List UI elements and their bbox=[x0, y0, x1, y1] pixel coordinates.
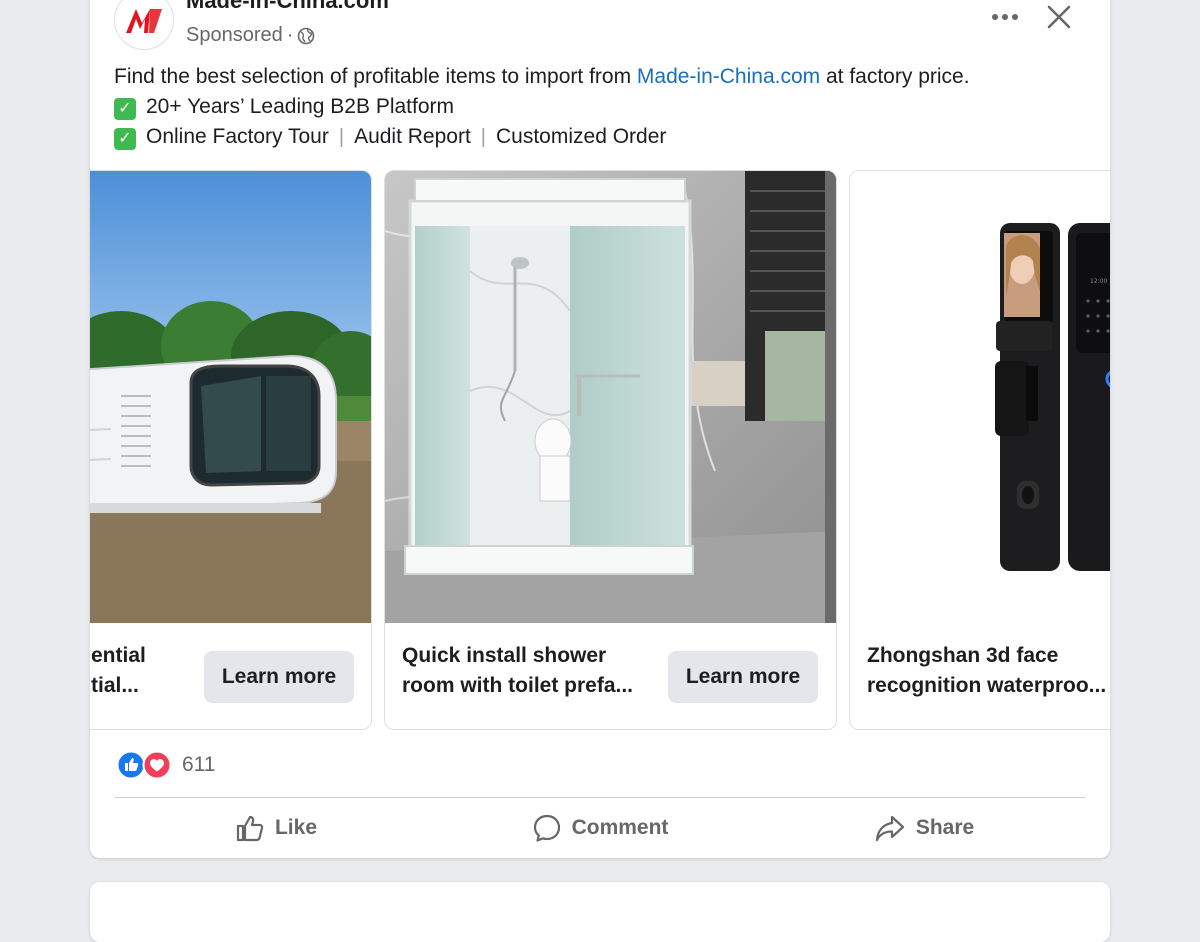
ad-text: Find the best selection of profitable it… bbox=[114, 62, 1094, 152]
post-actions: Like Comment Share bbox=[114, 806, 1086, 850]
close-button[interactable] bbox=[1044, 2, 1074, 32]
like-label: Like bbox=[274, 816, 318, 839]
made-in-china-link[interactable]: Made-in-China.com bbox=[637, 62, 820, 92]
meta-separator: · bbox=[286, 24, 294, 46]
ad-intro-text: Find the best selection of profitable it… bbox=[114, 65, 637, 88]
card-title-line: room with toilet prefa... bbox=[402, 674, 634, 697]
feature-separator: | bbox=[480, 126, 486, 148]
reaction-count[interactable]: 611 bbox=[182, 753, 215, 777]
svg-text:12:00: 12:00 bbox=[1090, 278, 1107, 285]
ad-text-line-1: Find the best selection of profitable it… bbox=[114, 62, 1094, 92]
ad-text-line-2: ✓ 20+ Years’ Leading B2B Platform bbox=[114, 92, 1094, 122]
check-mark-icon: ✓ bbox=[114, 98, 136, 120]
page-avatar[interactable] bbox=[114, 0, 174, 50]
made-in-china-logo-icon bbox=[126, 9, 162, 33]
learn-more-button[interactable]: Learn more bbox=[204, 651, 354, 703]
share-label: Share bbox=[915, 816, 975, 839]
page-name[interactable]: Made-in-China.com bbox=[186, 0, 389, 14]
card-title-line: tial... bbox=[91, 674, 139, 697]
feature-factory-tour: Online Factory Tour bbox=[146, 125, 329, 148]
close-icon bbox=[1047, 5, 1071, 29]
card-title-shower-room[interactable]: Quick install shower room with toilet pr… bbox=[402, 641, 652, 701]
sponsored-post: Made-in-China.com Sponsored · Find the b… bbox=[90, 0, 1110, 858]
card-title-line: recognition waterproo... bbox=[867, 674, 1107, 697]
comment-label: Comment bbox=[571, 816, 669, 839]
more-options-button[interactable] bbox=[990, 2, 1020, 32]
check-mark-icon: ✓ bbox=[114, 128, 136, 150]
card-title-capsule-house[interactable]: ential tial... bbox=[91, 641, 201, 701]
ad-outro-text: at factory price. bbox=[820, 65, 970, 88]
carousel-card-capsule-house[interactable]: ential tial... Learn more bbox=[90, 170, 372, 730]
share-arrow-icon bbox=[875, 815, 904, 842]
smart-lock-image[interactable]: 12:00 bbox=[850, 171, 1110, 623]
product-carousel[interactable]: ential tial... Learn more Quick install … bbox=[90, 170, 1110, 732]
sponsored-label[interactable]: Sponsored bbox=[186, 24, 283, 47]
b2b-platform-text: 20+ Years’ Leading B2B Platform bbox=[146, 95, 455, 118]
like-button[interactable]: Like bbox=[114, 806, 438, 850]
globe-icon bbox=[298, 27, 315, 44]
comment-button[interactable]: Comment bbox=[438, 806, 762, 850]
card-title-line: ential bbox=[91, 644, 146, 667]
feature-audit-report: Audit Report bbox=[354, 125, 471, 148]
ad-text-line-3: ✓ Online Factory Tour | Audit Report | C… bbox=[114, 122, 1094, 152]
carousel-card-shower-room[interactable]: Quick install shower room with toilet pr… bbox=[384, 170, 837, 730]
feature-customized-order: Customized Order bbox=[496, 125, 667, 148]
comment-bubble-icon bbox=[533, 814, 560, 842]
feature-separator: | bbox=[338, 126, 345, 148]
more-dots-icon bbox=[992, 14, 1018, 20]
share-button[interactable]: Share bbox=[762, 806, 1086, 850]
reactions-summary[interactable]: 611 bbox=[116, 750, 215, 780]
carousel-card-smart-lock[interactable]: 12:00 Zhongshan 3d face recognition wate… bbox=[849, 170, 1110, 730]
card-title-line: Zhongshan 3d face bbox=[867, 644, 1059, 667]
post-meta: Sponsored · bbox=[186, 24, 315, 47]
card-title-line: Quick install shower bbox=[402, 644, 607, 667]
thumbs-up-icon bbox=[236, 815, 264, 842]
card-title-smart-lock[interactable]: Zhongshan 3d face recognition waterproo.… bbox=[867, 641, 1110, 701]
shower-room-image[interactable] bbox=[385, 171, 836, 623]
love-reaction-icon bbox=[142, 750, 172, 780]
capsule-house-image[interactable] bbox=[90, 171, 371, 623]
actions-divider bbox=[114, 797, 1086, 798]
next-post-card bbox=[90, 882, 1110, 942]
reaction-icons bbox=[116, 750, 174, 780]
learn-more-button[interactable]: Learn more bbox=[668, 651, 818, 703]
